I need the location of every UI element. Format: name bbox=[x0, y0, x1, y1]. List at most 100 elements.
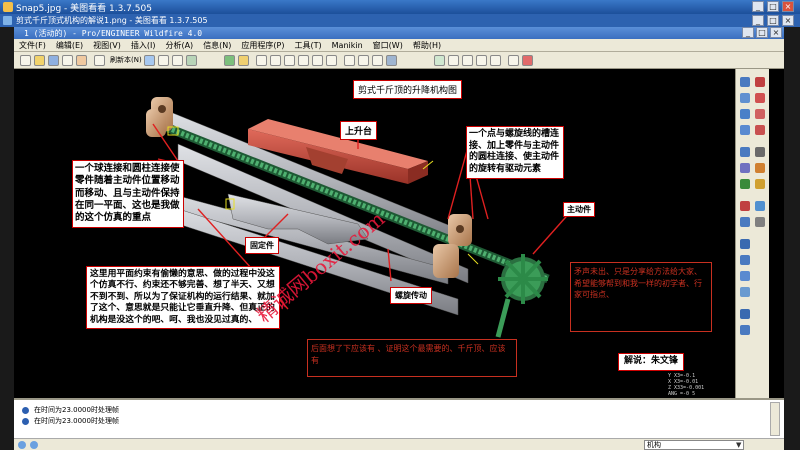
email-icon[interactable] bbox=[76, 55, 87, 66]
model-tree-icon[interactable] bbox=[224, 55, 235, 66]
right-feature-toolbar bbox=[735, 69, 769, 399]
proe-close-button[interactable]: × bbox=[770, 27, 782, 38]
menu-manikin[interactable]: Manikin bbox=[327, 40, 368, 50]
proe-window-title: 1 (活动的) - Pro/ENGINEER Wildfire 4.0 bbox=[24, 29, 203, 38]
envelope-icon[interactable] bbox=[755, 217, 765, 227]
lift-platform-label: 上升台 bbox=[340, 121, 378, 140]
screw-drive-label: 螺旋传动 bbox=[390, 287, 432, 304]
message-bullet-icon bbox=[22, 418, 29, 425]
repaint-icon[interactable] bbox=[256, 55, 267, 66]
joint-axis-icon[interactable] bbox=[740, 271, 750, 281]
gravity-icon[interactable] bbox=[740, 179, 750, 189]
regenerate-label[interactable]: 刷新本(N) bbox=[110, 55, 142, 65]
drag-icon[interactable] bbox=[740, 239, 750, 249]
open-file-icon[interactable] bbox=[34, 55, 45, 66]
layer-icon[interactable] bbox=[238, 55, 249, 66]
proe-title-bar: 1 (活动的) - Pro/ENGINEER Wildfire 4.0 _ □ … bbox=[14, 27, 784, 39]
shading-icon[interactable] bbox=[386, 55, 397, 66]
close-button[interactable]: × bbox=[782, 1, 794, 12]
cam-icon[interactable] bbox=[740, 93, 750, 103]
gear-pair-icon[interactable] bbox=[740, 109, 750, 119]
damper-icon[interactable] bbox=[755, 125, 765, 135]
chevron-down-icon[interactable]: ▼ bbox=[736, 441, 741, 449]
inner-maximize-button[interactable]: □ bbox=[767, 15, 779, 26]
regenerate-icon[interactable] bbox=[144, 55, 155, 66]
inner-minimize-button[interactable]: _ bbox=[752, 15, 764, 26]
connect-icon[interactable] bbox=[740, 309, 750, 319]
new-file-icon[interactable] bbox=[20, 55, 31, 66]
handwheel bbox=[498, 254, 548, 304]
message-area: 在时间为23.0000时处理帧 在时间为23.0000时处理帧 bbox=[14, 398, 784, 438]
inner-close-button[interactable]: × bbox=[782, 15, 794, 26]
hidden-line-icon[interactable] bbox=[358, 55, 369, 66]
menu-edit[interactable]: 编辑(E) bbox=[51, 39, 88, 51]
main-toolbar: 刷新本(N) bbox=[14, 52, 784, 69]
left-frame bbox=[0, 27, 14, 450]
point-display-icon[interactable] bbox=[462, 55, 473, 66]
undo-icon[interactable] bbox=[94, 55, 105, 66]
saved-views-icon[interactable] bbox=[326, 55, 337, 66]
datum-planes-icon[interactable] bbox=[434, 55, 445, 66]
proe-maximize-button[interactable]: □ bbox=[756, 27, 768, 38]
no-hidden-icon[interactable] bbox=[372, 55, 383, 66]
filter-select[interactable]: 机构 bbox=[644, 440, 744, 450]
minimize-button[interactable]: _ bbox=[752, 1, 764, 12]
snapshot-icon[interactable] bbox=[740, 255, 750, 265]
after-note: 后面想了下应该有 、证明这个最需要的、千斤顶、应该有 bbox=[307, 339, 517, 377]
active-part-label: 主动件 bbox=[563, 202, 595, 217]
playback-icon[interactable] bbox=[740, 201, 750, 211]
body-icon[interactable] bbox=[740, 287, 750, 297]
spin-center-icon[interactable] bbox=[508, 55, 519, 66]
right-pivot-hole bbox=[456, 225, 464, 233]
maximize-button[interactable]: □ bbox=[767, 1, 779, 12]
analysis-icon[interactable] bbox=[755, 179, 765, 189]
csys-display-icon[interactable] bbox=[476, 55, 487, 66]
measure-icon[interactable] bbox=[755, 201, 765, 211]
select-icon[interactable] bbox=[172, 55, 183, 66]
menu-file[interactable]: 文件(F) bbox=[14, 39, 51, 51]
mass-property-icon[interactable] bbox=[755, 163, 765, 173]
find-icon[interactable] bbox=[158, 55, 169, 66]
message-scrollbar[interactable] bbox=[770, 402, 780, 436]
servo-motor-icon[interactable] bbox=[755, 77, 765, 87]
graphics-viewport[interactable]: Y X3=-0.1 X X3=-0.01 Z X33=-0.001 ANG =-… bbox=[28, 69, 735, 398]
menu-analysis[interactable]: 分析(A) bbox=[160, 39, 198, 51]
spring-icon[interactable] bbox=[740, 125, 750, 135]
status-icon bbox=[18, 441, 26, 449]
proe-minimize-button[interactable]: _ bbox=[742, 27, 754, 38]
zoom-out-icon[interactable] bbox=[284, 55, 295, 66]
initial-condition-icon[interactable] bbox=[740, 163, 750, 173]
viewer-title-bar: Snap5.jpg - 美图看看 1.3.7.505 _ □ × bbox=[0, 0, 800, 14]
wireframe-icon[interactable] bbox=[344, 55, 355, 66]
check-icon[interactable] bbox=[740, 325, 750, 335]
menu-tools[interactable]: 工具(T) bbox=[290, 39, 327, 51]
connection-tool-icon[interactable] bbox=[740, 77, 750, 87]
reorient-icon[interactable] bbox=[312, 55, 323, 66]
axis-triad: Y X3=-0.1 X X3=-0.01 Z X33=-0.001 ANG =-… bbox=[668, 373, 704, 397]
display-style-icon[interactable] bbox=[186, 55, 197, 66]
slot-icon[interactable] bbox=[755, 93, 765, 103]
torque-icon[interactable] bbox=[755, 147, 765, 157]
save-icon[interactable] bbox=[48, 55, 59, 66]
menu-info[interactable]: 信息(N) bbox=[198, 39, 236, 51]
trace-curve-icon[interactable] bbox=[740, 217, 750, 227]
zoom-in-icon[interactable] bbox=[270, 55, 281, 66]
menu-applications[interactable]: 应用程序(P) bbox=[236, 39, 289, 51]
narrator-label: 解说：朱文锋 bbox=[618, 353, 685, 371]
share-note: 矛声未出、只是分享给方法给大家、希望能够帮到和我一样的初学者、行家可指点、 bbox=[570, 262, 712, 332]
menu-insert[interactable]: 插入(I) bbox=[126, 39, 161, 51]
color-appearance-icon[interactable] bbox=[522, 55, 533, 66]
annotation-display-icon[interactable] bbox=[490, 55, 501, 66]
handwheel-handle bbox=[495, 298, 511, 338]
datum-axes-icon[interactable] bbox=[448, 55, 459, 66]
menu-view[interactable]: 视图(V) bbox=[88, 39, 126, 51]
refit-icon[interactable] bbox=[298, 55, 309, 66]
print-icon[interactable] bbox=[62, 55, 73, 66]
right-frame bbox=[784, 27, 800, 450]
menu-help[interactable]: 帮助(H) bbox=[408, 39, 446, 51]
viewer-title: Snap5.jpg - 美图看看 1.3.7.505 bbox=[16, 4, 152, 14]
image-title-bar: 剪式千斤顶式机构的解说1.png - 美图看看 1.3.7.505 _ □ × bbox=[0, 14, 800, 27]
belt-icon[interactable] bbox=[755, 109, 765, 119]
menu-window[interactable]: 窗口(W) bbox=[368, 39, 408, 51]
force-icon[interactable] bbox=[740, 147, 750, 157]
